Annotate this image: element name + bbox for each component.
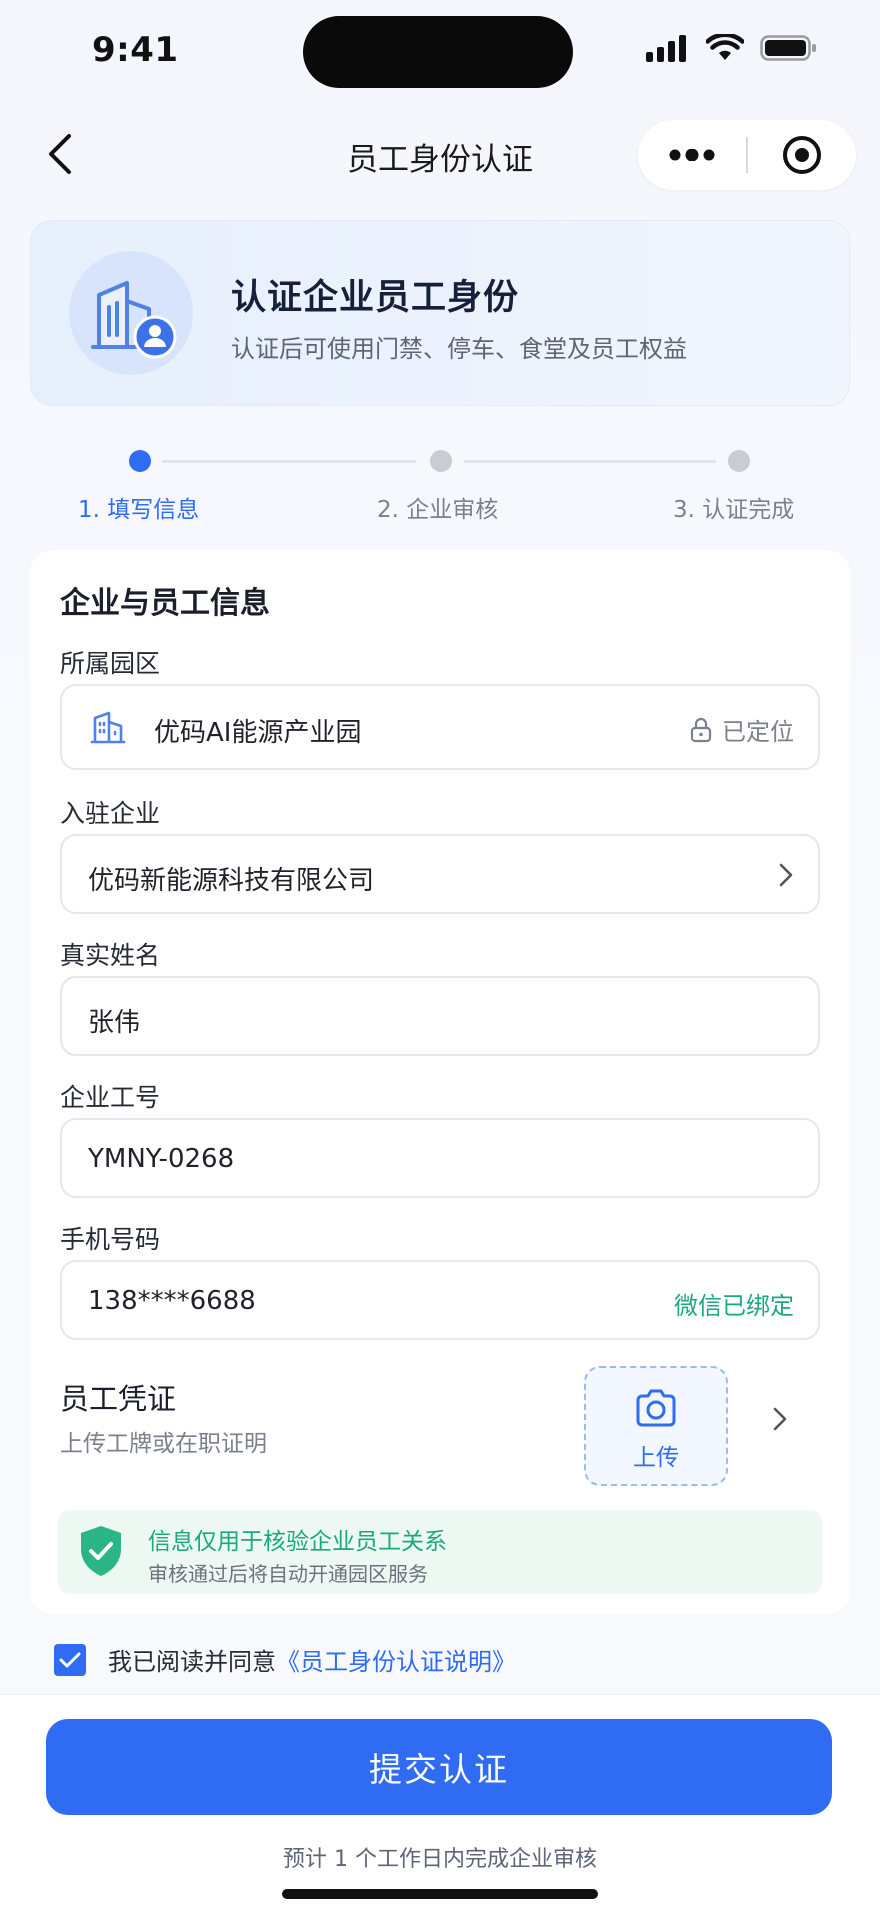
building-icon [90, 711, 126, 744]
more-dots-icon [669, 149, 715, 161]
phone-input[interactable]: 138****6688 微信已绑定 [60, 1260, 820, 1340]
agreement-checkbox[interactable] [54, 1643, 86, 1676]
employee-id-label: 企业工号 [60, 1083, 161, 1112]
review-eta: 预计 1 个工作日内完成企业审核 [283, 1847, 597, 1872]
check-icon [59, 1652, 81, 1667]
park-value: 优码AI能源产业园 [154, 718, 362, 748]
company-select[interactable]: 优码新能源科技有限公司 [60, 834, 820, 914]
chevron-right-icon [779, 863, 793, 887]
step-2-dot [430, 450, 452, 472]
phone-value: 138****6688 [88, 1286, 256, 1316]
step-2-label: 2. 企业审核 [377, 497, 499, 523]
status-bar: 9:41 [0, 0, 880, 100]
agreement-row: 我已阅读并同意 《员工身份认证说明》 [54, 1642, 516, 1677]
agreement-link[interactable]: 《员工身份认证说明》 [276, 1642, 516, 1677]
step-connector [162, 460, 416, 463]
park-field[interactable]: 优码AI能源产业园 已定位 [60, 684, 820, 770]
signal-icon [646, 35, 686, 62]
notice-title: 信息仅用于核验企业员工关系 [148, 1529, 447, 1555]
dynamic-island [303, 16, 573, 88]
form-card: 企业与员工信息 所属园区 优码AI能源产业园 已定位 入驻企业 优码新能源科技有… [30, 550, 850, 1614]
camera-icon [636, 1389, 676, 1427]
target-circle-icon [783, 136, 821, 174]
bottom-bar: 提交认证 预计 1 个工作日内完成企业审核 [0, 1694, 880, 1916]
employee-id-input[interactable]: YMNY-0268 [60, 1118, 820, 1198]
progress-steps: 1. 填写信息 2. 企业审核 3. 认证完成 [0, 440, 880, 540]
company-value: 优码新能源科技有限公司 [88, 866, 375, 896]
banner-title: 认证企业员工身份 [231, 278, 520, 318]
battery-icon [760, 35, 816, 61]
upload-label: 上传 [633, 1445, 679, 1471]
step-1-label: 1. 填写信息 [78, 497, 200, 523]
name-input[interactable]: 张伟 [60, 976, 820, 1056]
auth-banner: 认证企业员工身份 认证后可使用门禁、停车、食堂及员工权益 [30, 220, 850, 406]
submit-button[interactable]: 提交认证 [46, 1719, 832, 1815]
wechat-bound-status: 微信已绑定 [674, 1292, 794, 1320]
upload-credential-button[interactable]: 上传 [584, 1366, 728, 1486]
mini-program-capsule [638, 120, 856, 190]
name-label: 真实姓名 [60, 941, 161, 970]
name-value: 张伟 [88, 1008, 141, 1038]
step-connector [464, 460, 716, 463]
park-label: 所属园区 [60, 649, 161, 678]
shield-check-icon [81, 1526, 121, 1576]
park-status-text: 已定位 [722, 718, 794, 746]
employee-id-value: YMNY-0268 [88, 1144, 235, 1174]
nav-bar: 员工身份认证 [0, 112, 880, 196]
form-title: 企业与员工信息 [60, 586, 270, 621]
status-time: 9:41 [92, 30, 179, 70]
credential-subtitle: 上传工牌或在职证明 [60, 1431, 267, 1457]
phone-label: 手机号码 [60, 1225, 161, 1254]
close-mini-program-button[interactable] [748, 120, 856, 190]
company-label: 入驻企业 [60, 799, 161, 828]
banner-subtitle: 认证后可使用门禁、停车、食堂及员工权益 [231, 335, 687, 363]
building-user-icon [69, 251, 193, 375]
credential-title: 员工凭证 [60, 1382, 177, 1416]
more-button[interactable] [638, 120, 746, 190]
park-status: 已定位 [690, 712, 794, 747]
chevron-right-icon[interactable] [772, 1406, 788, 1432]
step-3-label: 3. 认证完成 [673, 497, 795, 523]
notice-subtitle: 审核通过后将自动开通园区服务 [148, 1562, 428, 1586]
home-indicator [282, 1889, 598, 1899]
step-3-dot [728, 450, 750, 472]
privacy-notice: 信息仅用于核验企业员工关系 审核通过后将自动开通园区服务 [58, 1510, 822, 1594]
status-icons [646, 34, 818, 62]
agreement-text: 我已阅读并同意 [108, 1648, 276, 1676]
step-1-dot [129, 450, 151, 472]
lock-icon [690, 717, 712, 742]
wifi-icon [706, 34, 744, 60]
